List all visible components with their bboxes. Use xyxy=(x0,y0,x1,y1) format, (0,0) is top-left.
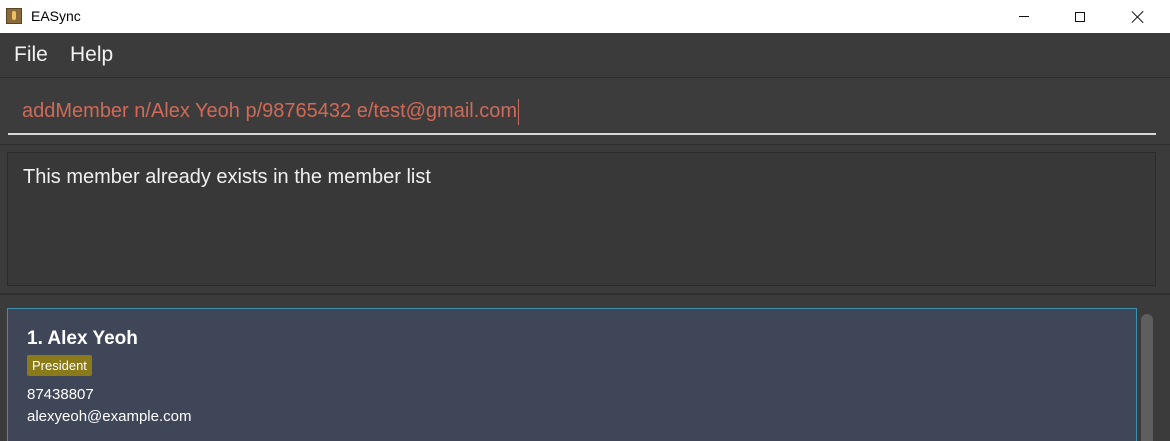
member-phone: 87438807 xyxy=(27,386,94,403)
command-input[interactable]: addMember n/Alex Yeoh p/98765432 e/test@… xyxy=(8,91,1156,135)
close-icon xyxy=(1131,10,1145,24)
scrollbar-thumb[interactable] xyxy=(1141,314,1153,441)
member-email: alexyeoh@example.com xyxy=(27,408,192,425)
list-scrollbar[interactable] xyxy=(1139,308,1155,441)
role-tag: President xyxy=(27,355,92,376)
member-name: 1. Alex Yeoh xyxy=(27,328,138,349)
command-box: addMember n/Alex Yeoh p/98765432 e/test@… xyxy=(0,78,1170,145)
minimize-button[interactable] xyxy=(1001,0,1047,33)
window-title: EASync xyxy=(31,8,81,24)
command-text: addMember n/Alex Yeoh p/98765432 e/test@… xyxy=(22,100,518,122)
result-message: This member already exists in the member… xyxy=(23,166,431,188)
split-divider[interactable] xyxy=(0,293,1170,295)
member-list: 1. Alex Yeoh President 87438807 alexyeoh… xyxy=(0,296,1170,441)
maximize-icon xyxy=(1075,11,1085,22)
title-bar[interactable]: EASync xyxy=(0,0,1170,33)
app-window: EASync File Help addMember n/Alex Yeoh p… xyxy=(0,0,1170,441)
result-display: This member already exists in the member… xyxy=(7,152,1156,286)
close-button[interactable] xyxy=(1115,0,1161,33)
menu-bar: File Help xyxy=(0,33,1170,78)
menu-help[interactable]: Help xyxy=(70,43,113,67)
text-caret xyxy=(518,98,520,125)
menu-file[interactable]: File xyxy=(14,43,48,67)
app-icon xyxy=(6,8,22,24)
member-card[interactable]: 1. Alex Yeoh President 87438807 alexyeoh… xyxy=(7,308,1137,441)
minimize-icon xyxy=(1019,16,1029,17)
maximize-button[interactable] xyxy=(1057,0,1103,33)
